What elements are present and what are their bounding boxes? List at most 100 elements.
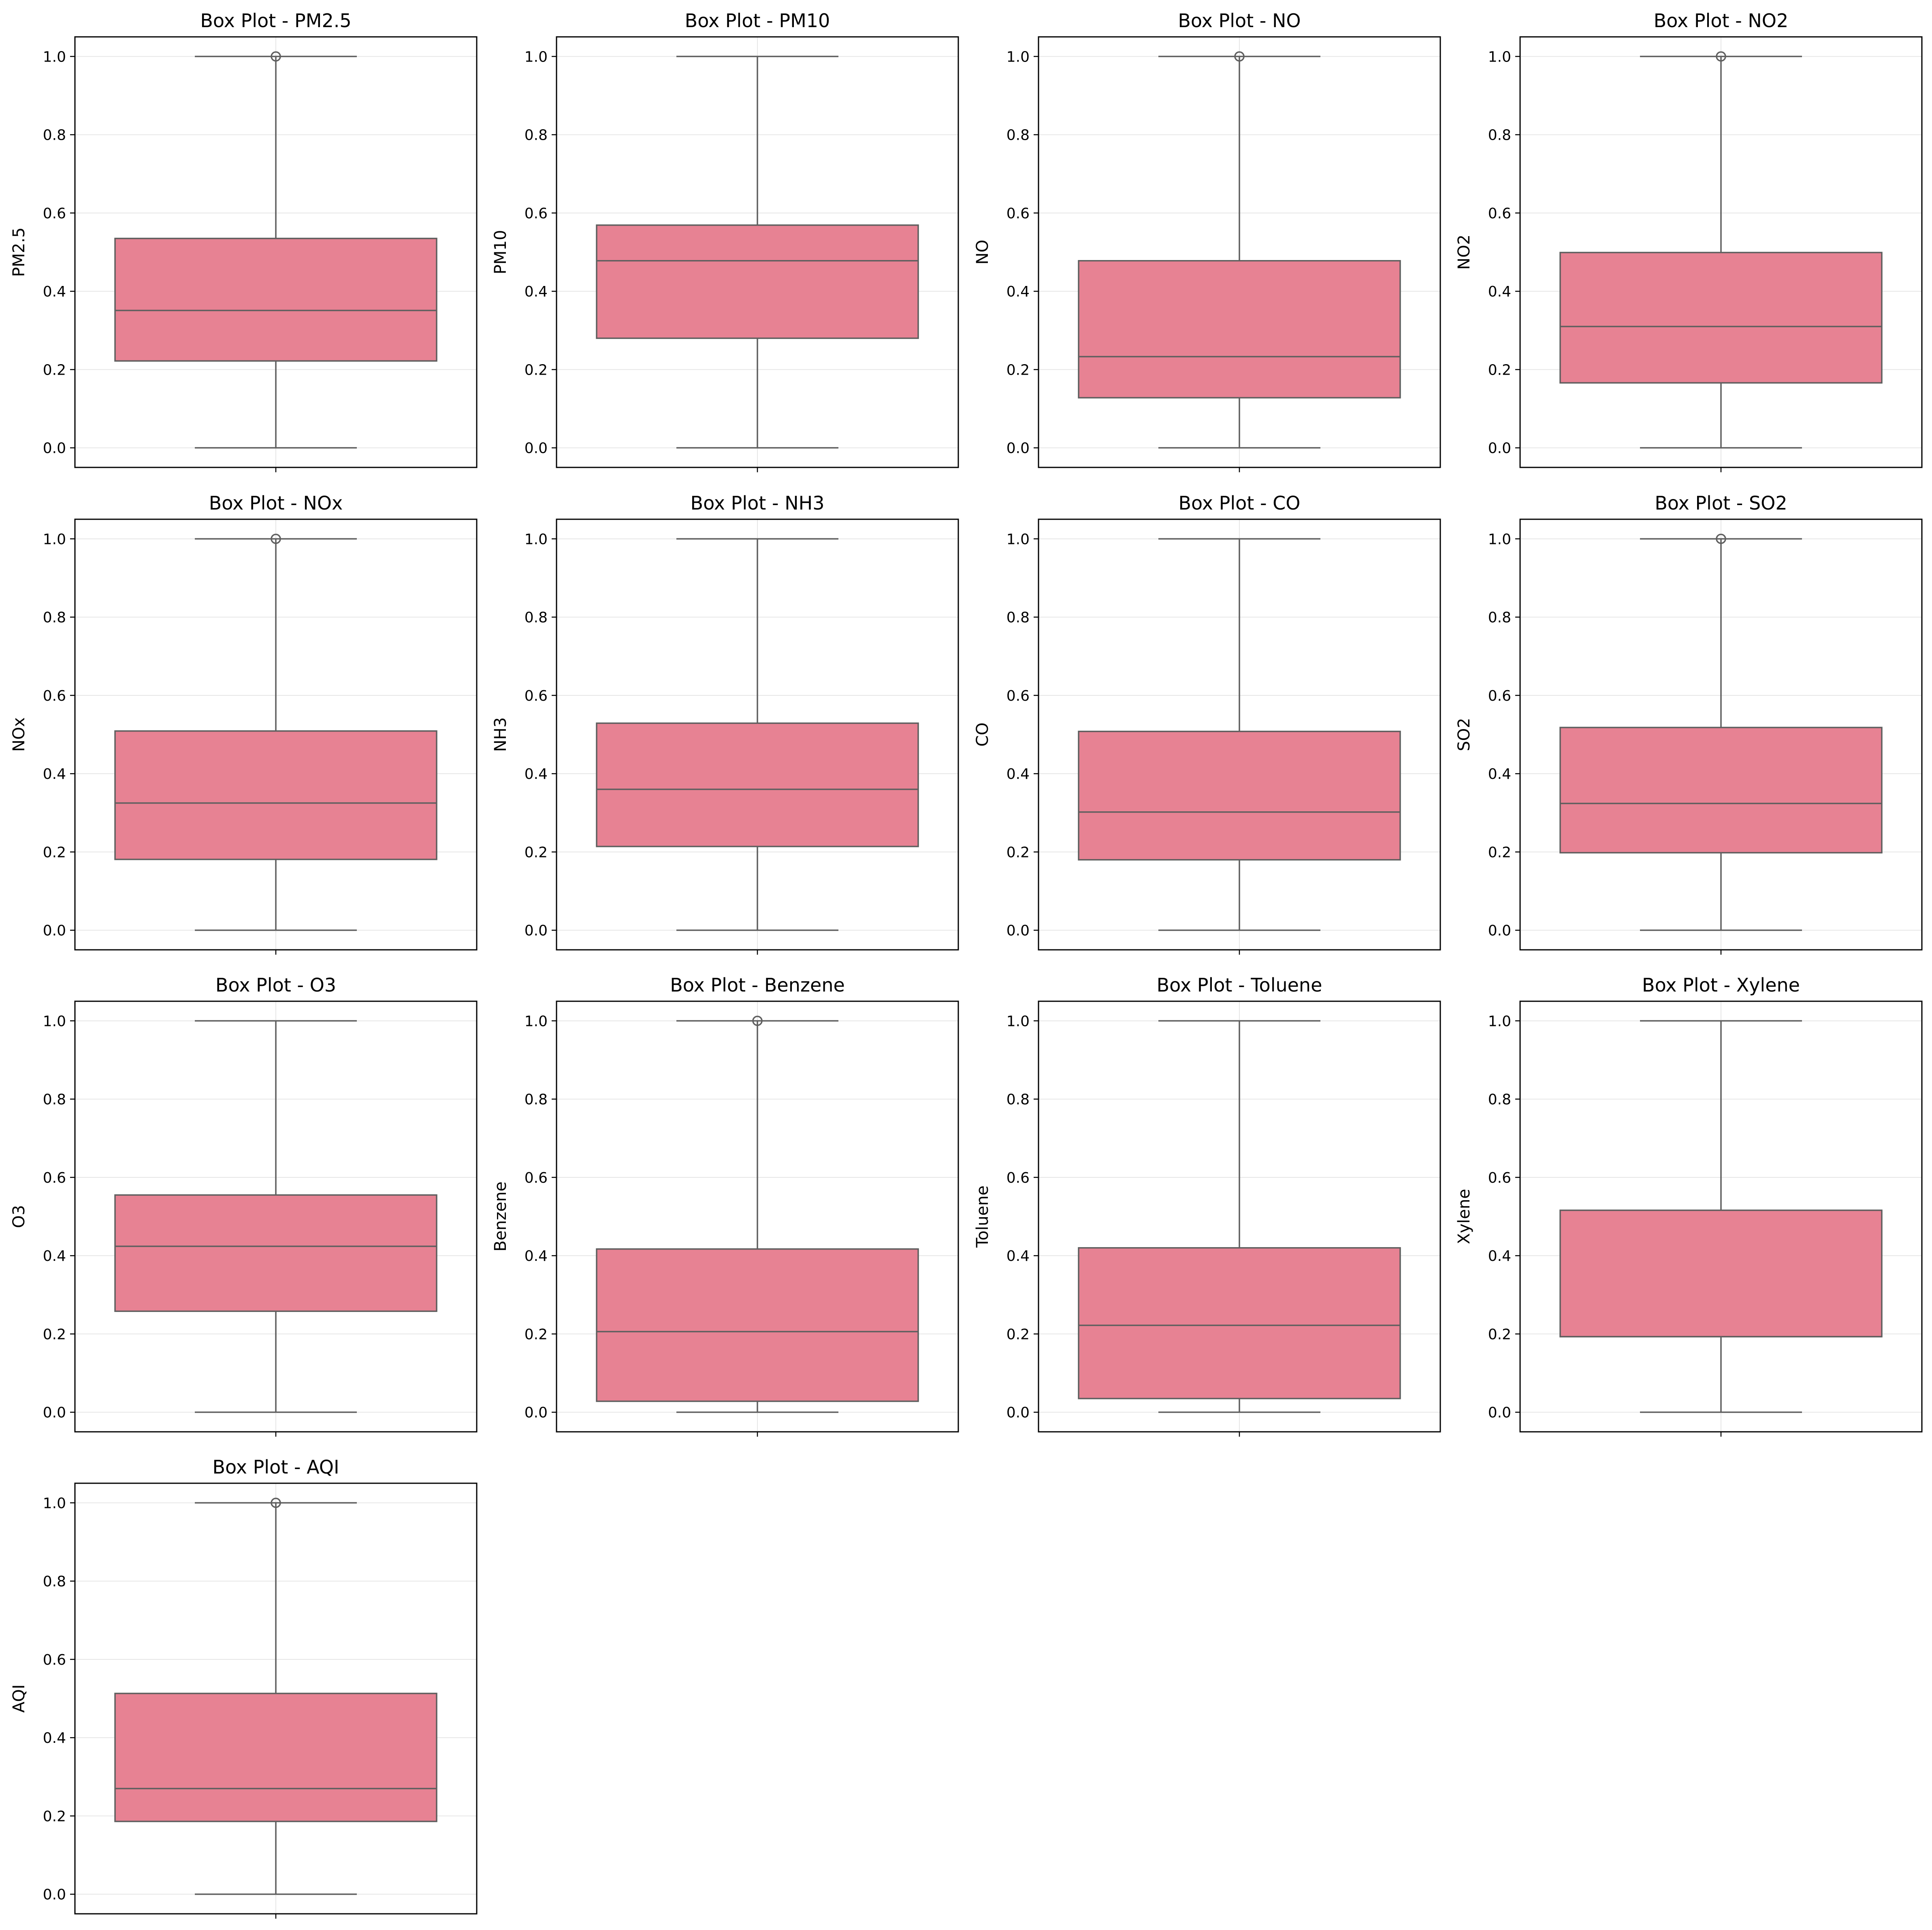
iqr-box [596, 722, 919, 847]
y-tick-label: 1.0 [43, 1013, 66, 1030]
y-tick-label: 0.6 [43, 1170, 66, 1186]
y-axis-label: Xylene [1455, 1189, 1474, 1244]
y-tick-label: 0.4 [525, 766, 548, 783]
chart-title: Box Plot - PM2.5 [200, 10, 351, 32]
y-tick-label: 0.4 [43, 1248, 66, 1265]
y-tick-label: 0.8 [43, 610, 66, 626]
y-tick-label: 0.6 [43, 688, 66, 704]
y-tick-label: 1.0 [1007, 49, 1030, 65]
y-axis-label: O3 [10, 1205, 28, 1228]
y-tick-label: 1.0 [43, 49, 66, 65]
chart-title: Box Plot - NH3 [691, 492, 825, 514]
y-tick-label: 0.8 [1488, 610, 1511, 626]
iqr-box [1078, 260, 1401, 399]
y-tick-label: 0.4 [43, 766, 66, 783]
y-tick-label: 0.6 [1007, 205, 1030, 222]
y-tick-label: 0.4 [1007, 284, 1030, 300]
y-axis-label: PM2.5 [10, 227, 28, 277]
y-tick-label: 0.2 [1488, 1326, 1511, 1343]
y-tick-label: 0.0 [43, 440, 66, 457]
iqr-box [114, 1194, 437, 1312]
y-axis-label: SO2 [1455, 718, 1474, 751]
y-tick-label: 1.0 [525, 1013, 548, 1030]
y-tick-label: 0.0 [43, 1887, 66, 1903]
y-tick-label: 0.6 [1488, 205, 1511, 222]
y-tick-label: 0.6 [525, 205, 548, 222]
y-tick-label: 0.4 [525, 1248, 548, 1265]
y-tick-label: 0.0 [525, 923, 548, 939]
chart-title: Box Plot - NO2 [1654, 10, 1789, 32]
y-tick-label: 0.4 [1007, 766, 1030, 783]
y-tick-label: 0.2 [43, 844, 66, 861]
y-tick-label: 0.8 [43, 1574, 66, 1590]
y-tick-label: 1.0 [1007, 531, 1030, 548]
iqr-box [114, 730, 437, 860]
y-tick-label: 0.6 [1488, 688, 1511, 704]
y-tick-label: 0.6 [1007, 1170, 1030, 1186]
y-tick-label: 1.0 [1007, 1013, 1030, 1030]
iqr-box [1559, 727, 1883, 854]
y-tick-label: 0.8 [43, 1092, 66, 1108]
chart-title: Box Plot - CO [1179, 492, 1301, 514]
y-tick-label: 0.0 [1007, 1405, 1030, 1421]
y-tick-label: 1.0 [43, 1495, 66, 1512]
y-tick-label: 0.0 [43, 1405, 66, 1421]
y-axis-label: AQI [10, 1685, 28, 1713]
y-tick-label: 0.8 [1488, 127, 1511, 144]
y-tick-label: 0.0 [525, 1405, 548, 1421]
y-tick-label: 0.6 [525, 1170, 548, 1186]
chart-title: Box Plot - SO2 [1655, 492, 1787, 514]
y-tick-label: 0.2 [1007, 844, 1030, 861]
iqr-box [596, 1248, 919, 1402]
y-tick-label: 0.4 [1488, 284, 1511, 300]
y-tick-label: 0.2 [43, 1326, 66, 1343]
y-tick-label: 0.8 [1007, 1092, 1030, 1108]
iqr-box [596, 224, 919, 339]
y-tick-label: 0.8 [525, 610, 548, 626]
y-tick-label: 0.8 [1488, 1092, 1511, 1108]
chart-title: Box Plot - Toluene [1157, 974, 1322, 996]
y-axis-label: Benzene [491, 1181, 510, 1252]
y-tick-label: 0.6 [1007, 688, 1030, 704]
y-tick-label: 0.2 [43, 1808, 66, 1825]
y-tick-label: 1.0 [1488, 531, 1511, 548]
chart-title: Box Plot - NOx [209, 492, 343, 514]
y-tick-label: 0.4 [1007, 1248, 1030, 1265]
y-tick-label: 0.6 [43, 205, 66, 222]
y-tick-label: 0.0 [43, 923, 66, 939]
y-tick-label: 1.0 [1488, 1013, 1511, 1030]
y-tick-label: 0.0 [525, 440, 548, 457]
y-axis-label: NOx [10, 717, 28, 752]
iqr-box [114, 1693, 437, 1822]
y-axis-label: Toluene [973, 1186, 992, 1248]
chart-title: Box Plot - NO [1178, 10, 1301, 32]
y-axis-label: NO [973, 240, 992, 264]
y-tick-label: 1.0 [1488, 49, 1511, 65]
y-tick-label: 0.4 [43, 1730, 66, 1747]
iqr-box [1078, 731, 1401, 861]
iqr-box [1559, 252, 1883, 384]
y-tick-label: 0.0 [1007, 440, 1030, 457]
y-tick-label: 0.8 [43, 127, 66, 144]
box-plot-figure: 0.0 0.2 0.4 0.6 0.8 1.0 Box Plot - PM2.5 PM2.5 0… [10, 10, 1923, 1919]
chart-title: Box Plot - Benzene [670, 974, 845, 996]
y-tick-label: 0.2 [43, 362, 66, 378]
y-tick-label: 0.8 [1007, 127, 1030, 144]
chart-title: Box Plot - AQI [212, 1456, 339, 1478]
chart-title: Box Plot - O3 [215, 974, 336, 996]
y-tick-label: 0.8 [525, 1092, 548, 1108]
iqr-box [114, 237, 437, 362]
chart-title: Box Plot - Xylene [1642, 974, 1800, 996]
y-tick-label: 0.4 [1488, 1248, 1511, 1265]
y-tick-label: 0.2 [525, 844, 548, 861]
y-tick-label: 0.6 [525, 688, 548, 704]
y-tick-label: 1.0 [525, 49, 548, 65]
y-axis-label: NO2 [1455, 235, 1474, 270]
y-tick-label: 0.8 [525, 127, 548, 144]
y-tick-label: 0.2 [1488, 362, 1511, 378]
y-tick-label: 0.0 [1488, 1405, 1511, 1421]
y-tick-label: 0.2 [525, 362, 548, 378]
y-tick-label: 0.0 [1488, 923, 1511, 939]
y-tick-label: 0.2 [525, 1326, 548, 1343]
y-tick-label: 0.8 [1007, 610, 1030, 626]
